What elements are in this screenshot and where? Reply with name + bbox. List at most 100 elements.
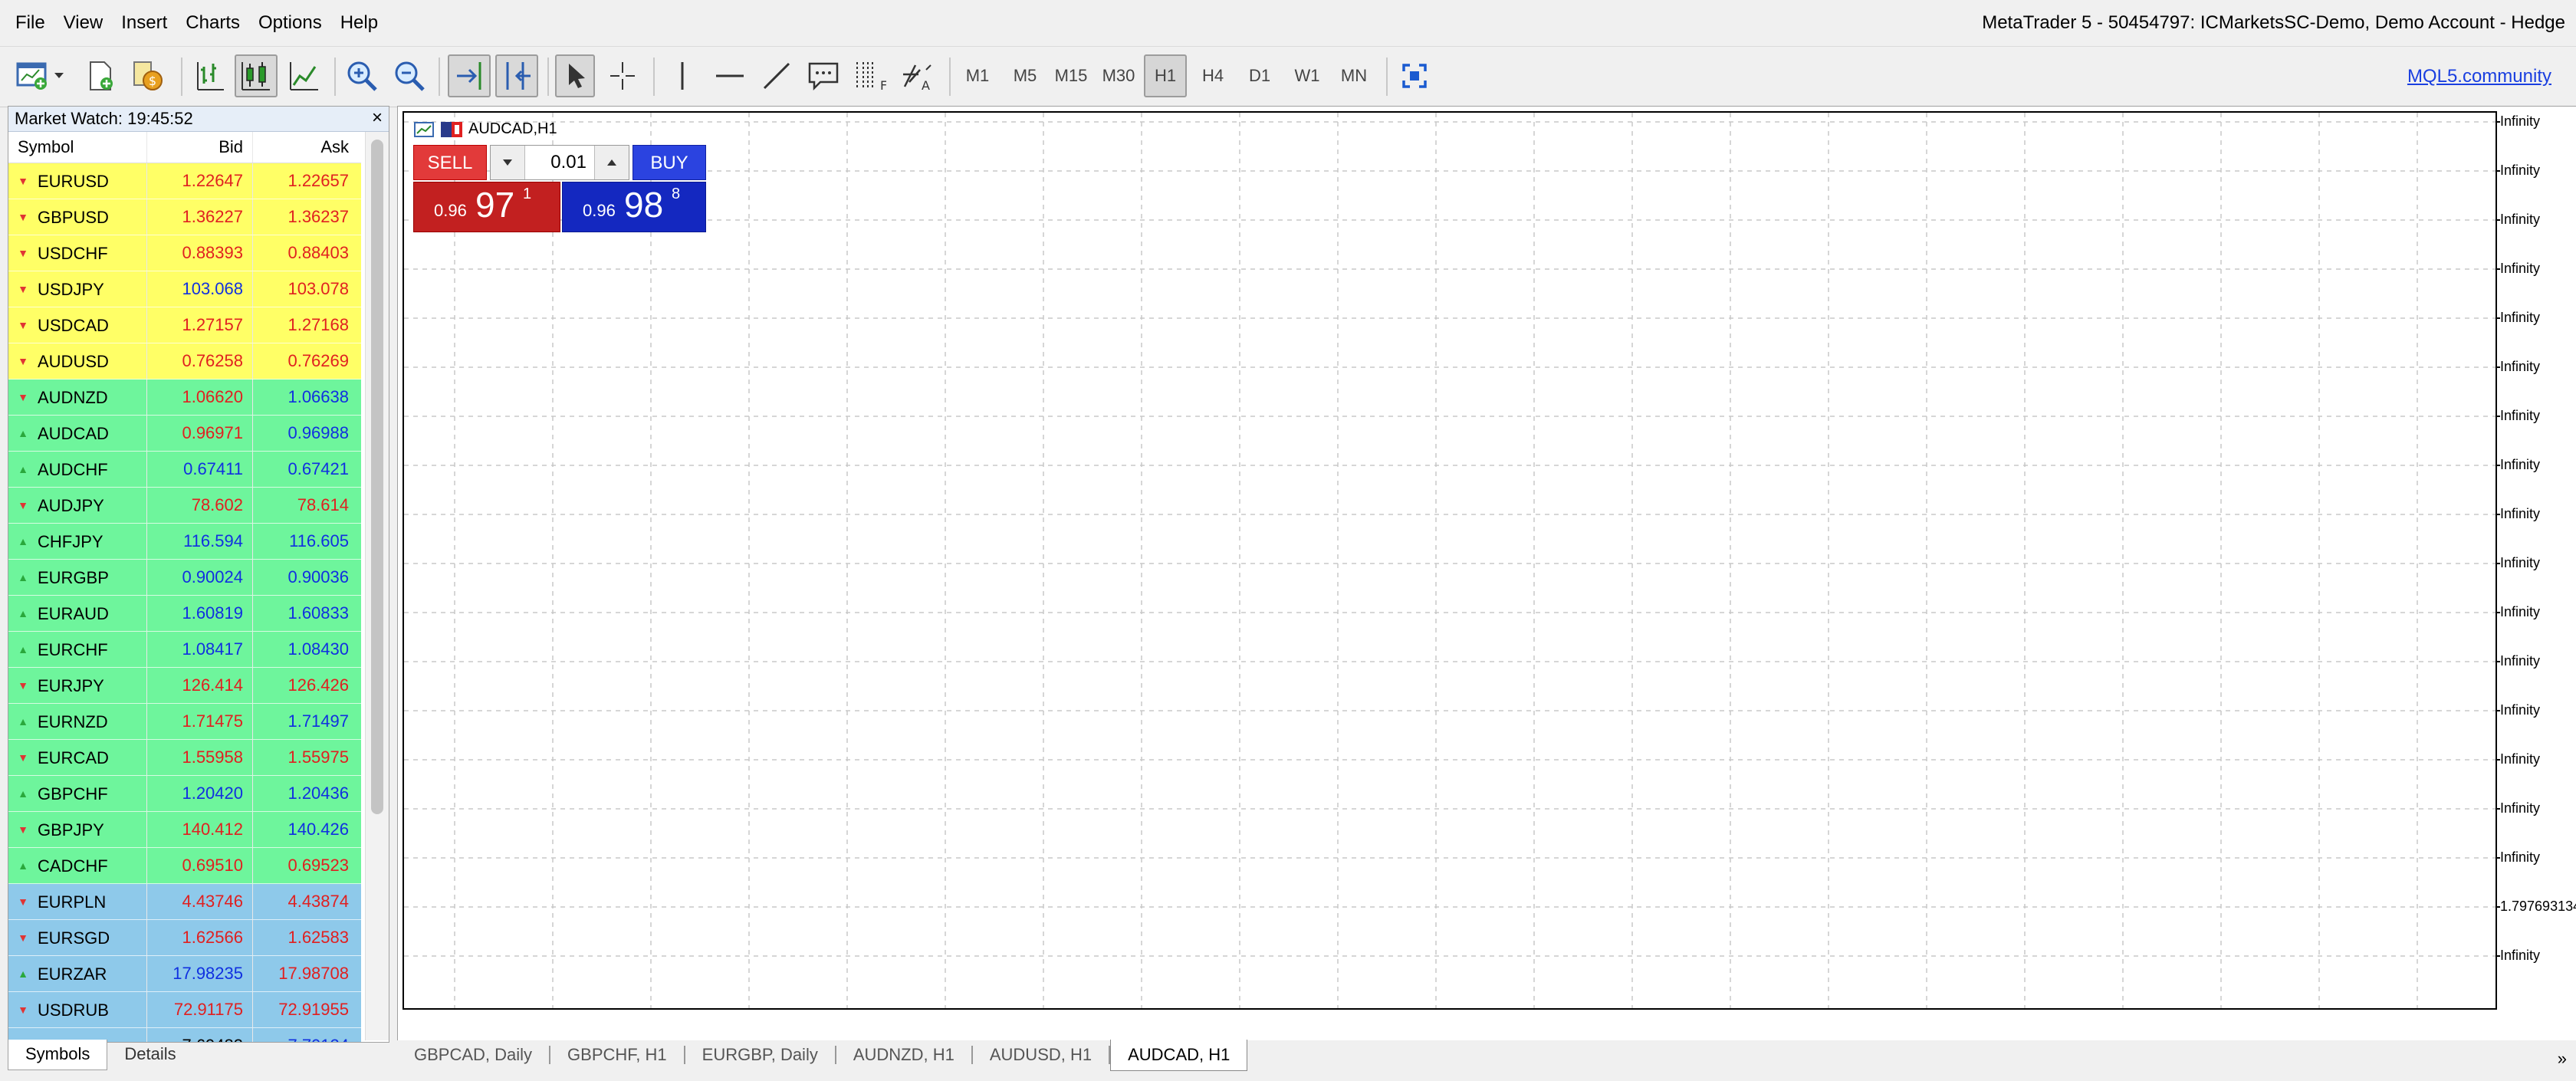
table-row[interactable]: ▼ EURPLN 4.43746 4.43874 bbox=[8, 884, 361, 920]
tab-audusd-h1[interactable]: AUDUSD, H1 bbox=[973, 1046, 1111, 1064]
tab-gbpcad-daily[interactable]: GBPCAD, Daily bbox=[397, 1046, 551, 1064]
column-header-symbol[interactable]: Symbol bbox=[8, 132, 146, 163]
tab-audcad-h1[interactable]: AUDCAD, H1 bbox=[1110, 1040, 1248, 1071]
table-row[interactable]: ▲ CHFJPY 116.594 116.605 bbox=[8, 524, 361, 560]
candlestick-chart-button[interactable] bbox=[235, 54, 278, 97]
lot-increase-button[interactable] bbox=[594, 146, 629, 179]
horizontal-line-button[interactable] bbox=[710, 54, 750, 97]
objects-button[interactable]: A bbox=[897, 54, 940, 97]
menu-view[interactable]: View bbox=[54, 0, 113, 46]
tabs-scroll-right-icon[interactable]: » bbox=[2558, 1049, 2567, 1069]
cursor-button[interactable] bbox=[555, 54, 595, 97]
new-chart-button[interactable] bbox=[14, 54, 69, 97]
table-row[interactable]: ▲ EURAUD 1.60819 1.60833 bbox=[8, 596, 361, 632]
symbol-name: EURJPY bbox=[38, 675, 104, 695]
chart-symbol-text: AUDCAD,H1 bbox=[468, 120, 557, 137]
timeframe-mn[interactable]: MN bbox=[1334, 54, 1374, 97]
fibonacci-button[interactable]: F bbox=[849, 54, 889, 97]
tab-details[interactable]: Details bbox=[107, 1040, 192, 1070]
chart-shift-button[interactable] bbox=[495, 54, 538, 97]
buy-button[interactable]: BUY bbox=[632, 145, 706, 180]
new-order-button[interactable] bbox=[83, 54, 120, 97]
scrollbar-thumb[interactable] bbox=[371, 140, 383, 814]
timeframe-m1[interactable]: M1 bbox=[958, 54, 997, 97]
bid-cell: 140.412 bbox=[146, 812, 252, 847]
timeframe-m15[interactable]: M15 bbox=[1050, 54, 1092, 97]
timeframe-h1[interactable]: H1 bbox=[1144, 54, 1187, 97]
shapes-icon: A bbox=[903, 64, 932, 93]
chart-area[interactable]: AUDCAD,H1 SELL 0.01 BUY 0.96 97 1 0.96 9… bbox=[402, 111, 2497, 1010]
toolbar-separator bbox=[334, 58, 336, 96]
table-row[interactable]: ▲ EURNZD 1.71475 1.71497 bbox=[8, 704, 361, 740]
table-row[interactable]: ▲ GBPCHF 1.20420 1.20436 bbox=[8, 776, 361, 812]
table-row[interactable]: ▼ EURUSD 1.22647 1.22657 bbox=[8, 163, 361, 199]
tab-gbpchf-h1[interactable]: GBPCHF, H1 bbox=[550, 1046, 685, 1064]
table-row[interactable]: ▼ AUDNZD 1.06620 1.06638 bbox=[8, 380, 361, 416]
lot-decrease-button[interactable] bbox=[491, 146, 525, 179]
auto-scroll-button[interactable] bbox=[448, 54, 491, 97]
vertical-line-button[interactable] bbox=[664, 54, 701, 97]
line-chart-button[interactable] bbox=[284, 54, 325, 97]
table-row[interactable]: ▲ CADCHF 0.69510 0.69523 bbox=[8, 848, 361, 884]
symbol-name: AUDUSD bbox=[38, 351, 109, 371]
table-row[interactable]: ▼ USDJPY 103.068 103.078 bbox=[8, 271, 361, 307]
menu-options[interactable]: Options bbox=[249, 0, 331, 46]
table-row[interactable]: ▲ EURCHF 1.08417 1.08430 bbox=[8, 632, 361, 668]
lot-size-input[interactable]: 0.01 bbox=[525, 146, 594, 179]
table-row[interactable]: ▼ USDCHF 0.88393 0.88403 bbox=[8, 235, 361, 271]
symbol-cell: ▲ EURAUD bbox=[8, 596, 146, 631]
vertical-scrollbar[interactable] bbox=[365, 132, 389, 1040]
table-row[interactable]: ▼ EURCAD 1.55958 1.55975 bbox=[8, 740, 361, 776]
table-row[interactable]: ▲ AUDCAD 0.96971 0.96988 bbox=[8, 416, 361, 452]
close-icon[interactable]: × bbox=[372, 107, 383, 130]
trend-line-button[interactable] bbox=[757, 54, 796, 97]
timeframe-d1[interactable]: D1 bbox=[1240, 54, 1279, 97]
menu-insert[interactable]: Insert bbox=[112, 0, 176, 46]
table-row[interactable]: ▼ GBPJPY 140.412 140.426 bbox=[8, 812, 361, 848]
timeframe-w1[interactable]: W1 bbox=[1288, 54, 1326, 97]
symbol-name: EURCAD bbox=[38, 748, 109, 767]
bid-cell: 0.67411 bbox=[146, 452, 252, 487]
sell-button[interactable]: SELL bbox=[413, 145, 487, 180]
fullscreen-button[interactable] bbox=[1395, 54, 1434, 97]
algo-trading-button[interactable]: $ bbox=[129, 54, 167, 97]
symbol-cell: ▼ USDCAD bbox=[8, 307, 146, 343]
zoom-in-button[interactable] bbox=[342, 54, 382, 97]
table-row[interactable]: ▼ USDCAD 1.27157 1.27168 bbox=[8, 307, 361, 343]
table-row[interactable]: ▲ AUDCHF 0.67411 0.67421 bbox=[8, 452, 361, 488]
buy-price-display[interactable]: 0.96 98 8 bbox=[562, 182, 706, 232]
arrow-down-icon: ▼ bbox=[18, 823, 28, 836]
symbol-cell: ▼ USDCHF bbox=[8, 235, 146, 271]
table-row[interactable]: ▼ AUDUSD 0.76258 0.76269 bbox=[8, 343, 361, 380]
menu-charts[interactable]: Charts bbox=[176, 0, 249, 46]
timeframe-m5[interactable]: M5 bbox=[1004, 54, 1046, 97]
timeframe-m30[interactable]: M30 bbox=[1098, 54, 1139, 97]
table-row[interactable]: ▼ USDRUB 72.91175 72.91955 bbox=[8, 992, 361, 1028]
column-header-bid[interactable]: Bid bbox=[146, 132, 252, 163]
ask-cell: 1.08430 bbox=[252, 632, 358, 667]
tab-symbols[interactable]: Symbols bbox=[8, 1040, 108, 1070]
bar-chart-button[interactable] bbox=[190, 54, 230, 97]
table-row[interactable]: ▼ GBPUSD 1.36227 1.36237 bbox=[8, 199, 361, 235]
toolbar-separator bbox=[181, 58, 182, 96]
table-row[interactable]: ▼ AUDJPY 78.602 78.614 bbox=[8, 488, 361, 524]
price-label: Infinity bbox=[2500, 948, 2541, 963]
text-label-button[interactable] bbox=[803, 54, 843, 97]
menu-help[interactable]: Help bbox=[331, 0, 387, 46]
buy-price-pips: 98 bbox=[624, 185, 664, 225]
zoom-out-button[interactable] bbox=[389, 54, 429, 97]
mql5-community-link[interactable]: MQL5.community bbox=[2407, 47, 2551, 107]
crosshair-button[interactable] bbox=[603, 54, 642, 97]
column-header-ask[interactable]: Ask bbox=[252, 132, 358, 163]
table-row[interactable]: ▼ EURJPY 126.414 126.426 bbox=[8, 668, 361, 704]
sell-price-display[interactable]: 0.96 97 1 bbox=[413, 182, 560, 232]
table-row[interactable]: ▼ EURSGD 1.62566 1.62583 bbox=[8, 920, 361, 956]
tab-eurgbp-daily[interactable]: EURGBP, Daily bbox=[685, 1046, 836, 1064]
menu-file[interactable]: File bbox=[6, 0, 54, 46]
tab-audnzd-h1[interactable]: AUDNZD, H1 bbox=[836, 1046, 973, 1064]
table-row[interactable]: ▲ EURZAR 17.98235 17.98708 bbox=[8, 956, 361, 992]
timeframe-h4[interactable]: H4 bbox=[1193, 54, 1233, 97]
table-row[interactable]: ▲ EURGBP 0.90024 0.90036 bbox=[8, 560, 361, 596]
market-watch-tabs: Symbols Details bbox=[8, 1040, 193, 1070]
bid-cell: 17.98235 bbox=[146, 956, 252, 991]
